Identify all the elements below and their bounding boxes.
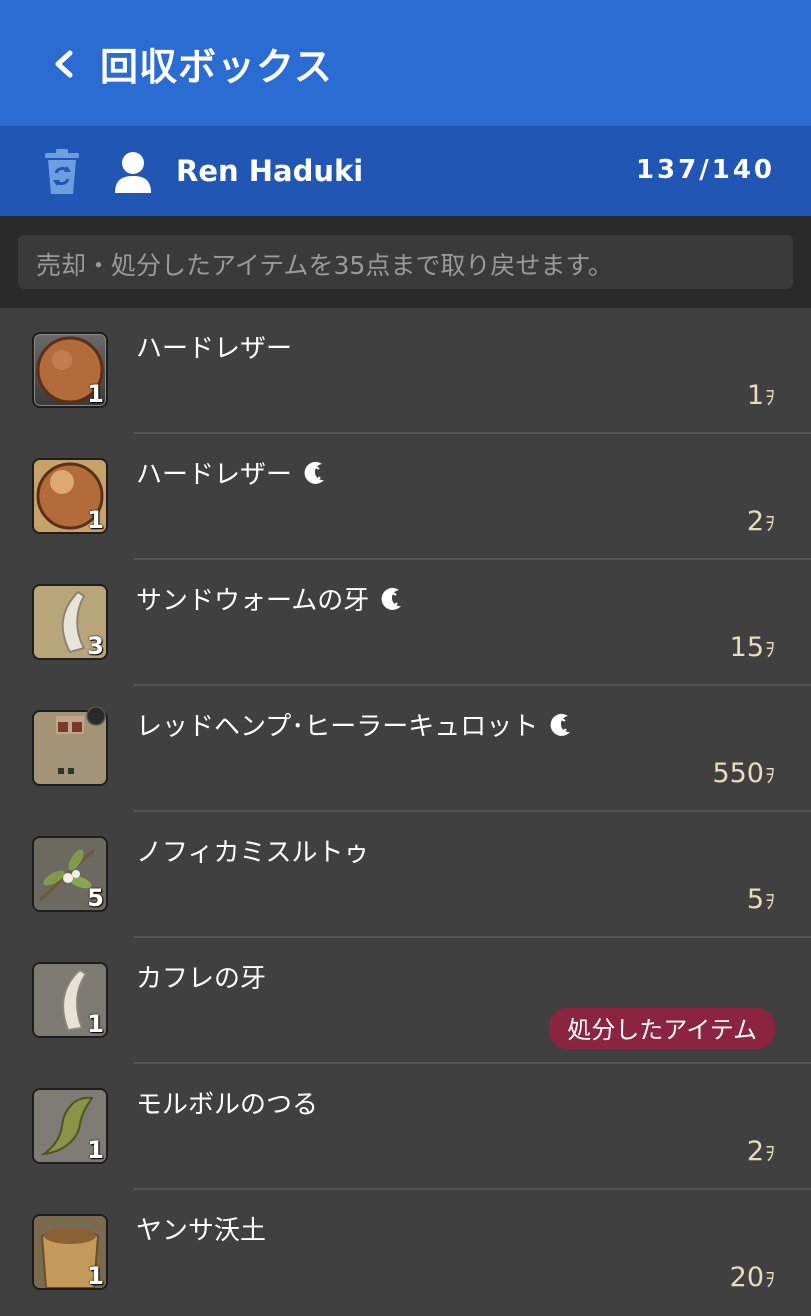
vine-icon: 1 bbox=[32, 1088, 108, 1164]
item-quantity: 1 bbox=[87, 380, 104, 408]
item-quantity: 1 bbox=[87, 1010, 104, 1038]
list-item[interactable]: 1 ハードレザー 1ｦ bbox=[0, 308, 811, 434]
list-item[interactable]: 1 モルボルのつる 2ｦ bbox=[0, 1064, 811, 1190]
hq-icon bbox=[304, 461, 325, 484]
item-name: レッドヘンプ･ヒーラーキュロット bbox=[136, 712, 539, 742]
item-quantity: 1 bbox=[87, 506, 104, 534]
back-button[interactable] bbox=[46, 44, 82, 84]
item-price: 1ｦ bbox=[746, 380, 775, 411]
page-title: 回収ボックス bbox=[100, 45, 333, 89]
capacity-counter: 137/140 bbox=[635, 155, 775, 185]
item-name: カフレの牙 bbox=[136, 964, 267, 994]
item-price: 5ｦ bbox=[746, 884, 775, 915]
equipped-dot-icon bbox=[86, 706, 106, 726]
item-price: 20ｦ bbox=[729, 1262, 775, 1293]
fang-icon: 3 bbox=[32, 584, 108, 660]
item-price: 2ｦ bbox=[746, 506, 775, 537]
list-item[interactable]: 1 ハードレザー 2ｦ bbox=[0, 434, 811, 560]
list-item[interactable]: 1 ヤンサ沃土 20ｦ bbox=[0, 1190, 811, 1316]
list-item[interactable]: レッドヘンプ･ヒーラーキュロット 550ｦ bbox=[0, 686, 811, 812]
item-quantity: 1 bbox=[87, 1262, 104, 1290]
item-quantity: 5 bbox=[87, 884, 104, 912]
list-item[interactable]: 3 サンドウォームの牙 15ｦ bbox=[0, 560, 811, 686]
person-icon bbox=[114, 151, 152, 197]
item-quantity: 1 bbox=[87, 1136, 104, 1164]
list-item[interactable]: 5 ノフィカミスルトゥ 5ｦ bbox=[0, 812, 811, 938]
mistletoe-icon: 5 bbox=[32, 836, 108, 912]
item-price: 15ｦ bbox=[729, 632, 775, 663]
item-name: ヤンサ沃土 bbox=[136, 1216, 267, 1246]
item-list: 1 ハードレザー 1ｦ 1 ハードレザー 2ｦ 3 サンドウォームの牙 15ｦ bbox=[0, 308, 811, 1316]
leather-icon: 1 bbox=[32, 458, 108, 534]
character-name: Ren Haduki bbox=[176, 154, 364, 188]
item-name: サンドウォームの牙 bbox=[136, 586, 370, 616]
hq-icon bbox=[550, 713, 571, 736]
app-bar: 回収ボックス bbox=[0, 0, 811, 126]
item-price: 550ｦ bbox=[712, 758, 775, 789]
item-name: ハードレザー bbox=[136, 460, 293, 490]
item-price: 2ｦ bbox=[746, 1136, 775, 1167]
notice-text: 売却・処分したアイテムを35点まで取り戻せます。 bbox=[18, 235, 793, 289]
item-name: ノフィカミスルトゥ bbox=[136, 838, 370, 868]
list-item[interactable]: 1 カフレの牙 処分したアイテム bbox=[0, 938, 811, 1064]
recycle-bin-icon bbox=[44, 149, 80, 199]
item-name: モルボルのつる bbox=[136, 1090, 319, 1120]
item-quantity: 3 bbox=[87, 632, 104, 660]
hq-icon bbox=[381, 587, 402, 610]
item-name: ハードレザー bbox=[136, 334, 293, 364]
fang-icon: 1 bbox=[32, 962, 108, 1038]
leather-icon: 1 bbox=[32, 332, 108, 408]
chevron-left-icon bbox=[55, 50, 73, 78]
soil-icon: 1 bbox=[32, 1214, 108, 1290]
disposed-badge: 処分したアイテム bbox=[549, 1008, 775, 1049]
